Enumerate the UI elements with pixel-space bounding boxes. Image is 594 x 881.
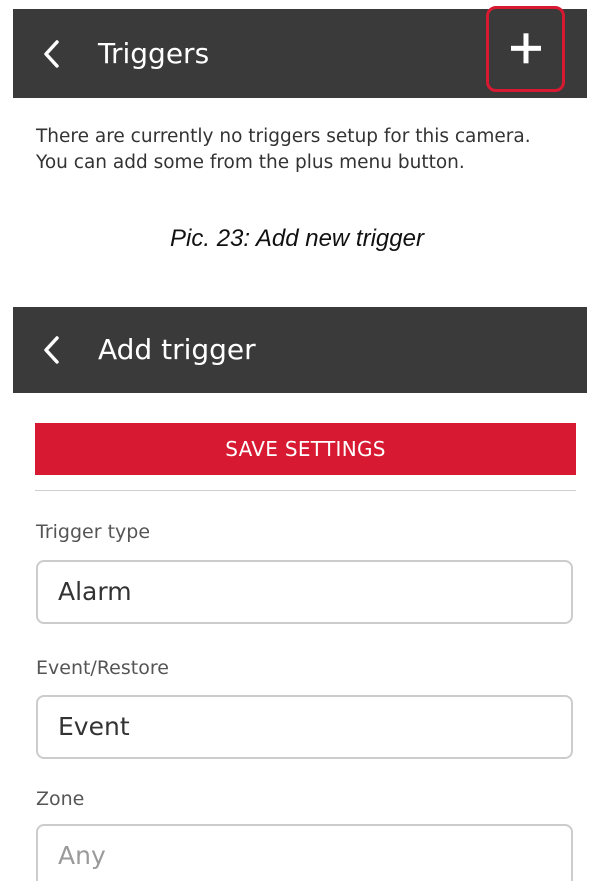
- empty-message-line-2: You can add some from the plus menu butt…: [36, 152, 465, 173]
- zone-label: Zone: [36, 788, 85, 810]
- trigger-type-label: Trigger type: [36, 521, 151, 543]
- add-trigger-button[interactable]: [486, 6, 565, 92]
- add-trigger-page-title: Add trigger: [98, 333, 256, 366]
- trigger-type-select[interactable]: Alarm: [36, 560, 573, 624]
- empty-triggers-message: There are currently no triggers setup fo…: [36, 124, 586, 176]
- back-chevron-left-icon[interactable]: [43, 335, 59, 365]
- plus-icon: [510, 33, 541, 64]
- save-settings-button[interactable]: SAVE SETTINGS: [35, 423, 576, 475]
- back-chevron-left-icon[interactable]: [43, 39, 59, 69]
- event-restore-select[interactable]: Event: [36, 695, 573, 759]
- zone-select[interactable]: Any: [36, 824, 573, 881]
- empty-message-line-1: There are currently no triggers setup fo…: [36, 126, 531, 147]
- add-trigger-app-bar: Add trigger: [13, 307, 587, 393]
- triggers-page-title: Triggers: [98, 36, 210, 70]
- divider: [35, 490, 576, 491]
- page: Triggers There are currently no triggers…: [0, 0, 594, 881]
- event-restore-label: Event/Restore: [36, 657, 169, 679]
- figure-caption: Pic. 23: Add new trigger: [170, 225, 424, 252]
